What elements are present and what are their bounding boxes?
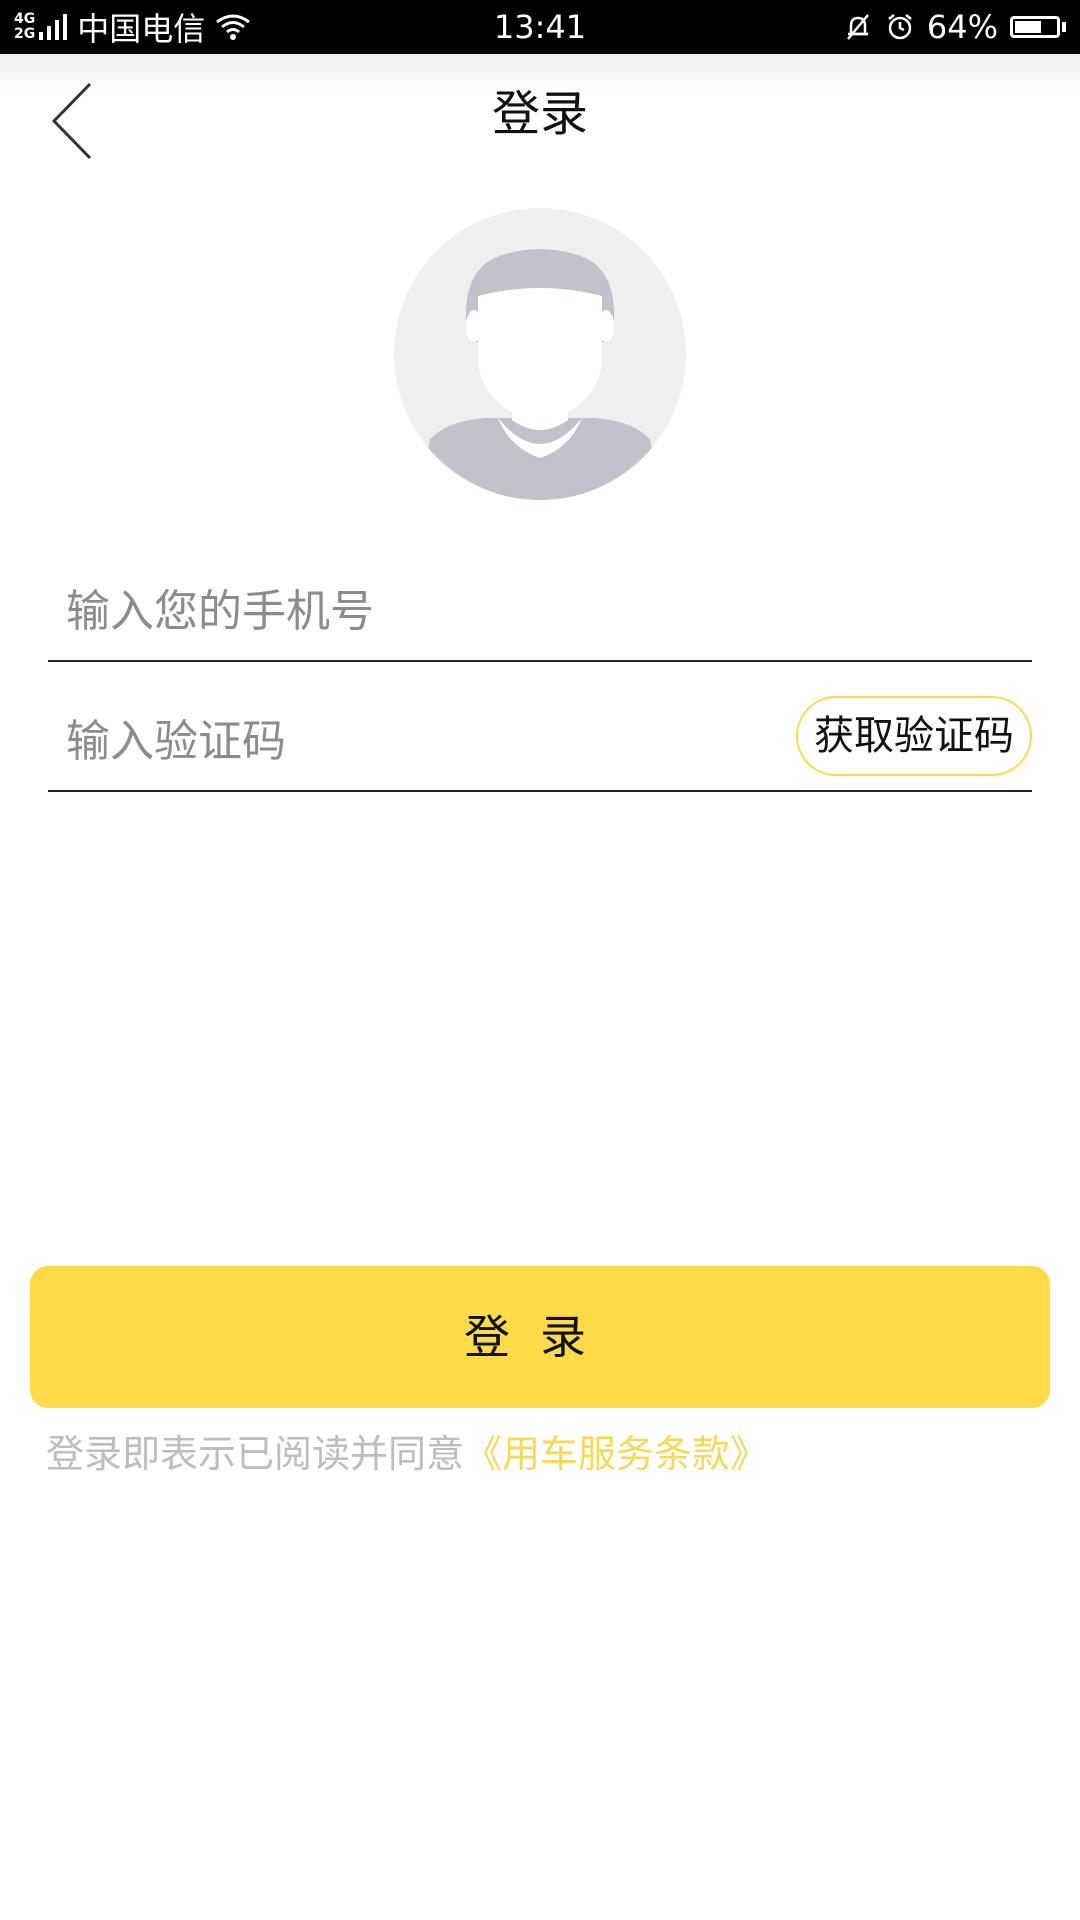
page-title: 登录: [491, 86, 588, 142]
agreement-text: 登录即表示已阅读并同意: [46, 1432, 465, 1476]
alarm-icon: [888, 14, 912, 40]
terms-link[interactable]: 《用车服务条款》: [464, 1432, 768, 1476]
mute-bell-icon: [846, 14, 869, 40]
agreement-row: 登录即表示已阅读并同意《用车服务条款》: [46, 1424, 768, 1484]
battery-tip: [1062, 22, 1066, 32]
code-field: 获取验证码: [48, 690, 1032, 792]
phone-input[interactable]: [64, 560, 768, 662]
status-bar: 4G 2G 中国电信 13:41 64%: [0, 0, 1080, 54]
login-button[interactable]: 登录: [30, 1266, 1050, 1408]
nav-bar: 登录: [0, 54, 1080, 180]
avatar[interactable]: [394, 208, 686, 500]
battery-percent: 64%: [926, 8, 998, 46]
verification-code-input[interactable]: [64, 690, 768, 792]
status-right: 64%: [843, 0, 1066, 54]
battery-level: [1015, 21, 1041, 33]
battery-icon: [1010, 16, 1060, 38]
get-code-button[interactable]: 获取验证码: [796, 696, 1032, 776]
phone-field: [48, 560, 1032, 662]
